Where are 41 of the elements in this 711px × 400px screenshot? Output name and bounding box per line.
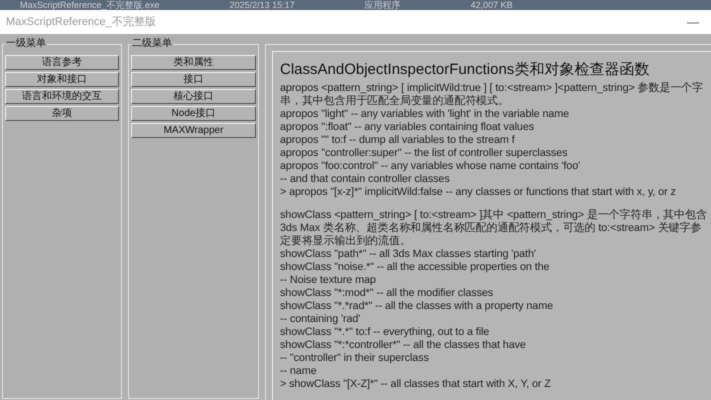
content-heading: ClassAndObjectInspectorFunctions类和对象检查器函数 <box>280 60 650 80</box>
menu-button[interactable]: 对象和接口 <box>5 72 119 87</box>
group-label: 二级菜单 <box>131 38 173 50</box>
menu-button[interactable]: MAXWrapper <box>131 123 256 138</box>
text-line: showClass <pattern_string> [ to:<stream> ]其中 <pattern_string> 是一个字符串，其中包含 <box>280 209 707 222</box>
text-line: apropos ":float" -- any variables containing float values <box>280 121 534 134</box>
menu-button[interactable]: Node接口 <box>131 106 256 121</box>
text-line: showClass "*:*controller*" -- all the classes that have <box>280 339 526 352</box>
text-line: -- containing 'rad' <box>280 313 360 326</box>
text-line: showClass "*.*rad*" -- all the classes with a property name <box>280 300 554 313</box>
file-row-text: MaxScriptReference_不完整版.exe <box>20 0 160 10</box>
file-row-text: 应用程序 <box>364 0 401 10</box>
text-line: 定要将显示输出到的流值。 <box>280 235 411 248</box>
text-line: 3ds Max 类名称、超类名称和属性名称匹配的通配符模式，可选的 to:<stream> 关键字参 <box>280 222 702 234</box>
text-line: apropos <pattern_string> [ implicitWild:true ] [ to:<stream> ]<pattern_string> 参数是一个字 <box>280 82 703 94</box>
file-row-text: 42,007 KB <box>470 0 513 10</box>
text-line: -- name <box>280 365 316 378</box>
menu-button[interactable]: 核心接口 <box>131 89 256 104</box>
window-title: MaxScriptReference_不完整版 <box>6 14 156 30</box>
text-line: showClass "noise.*" -- all the accessible properties on the <box>280 261 550 274</box>
menu-button[interactable]: 接口 <box>131 72 256 87</box>
text-line: showClass "*:mod*" -- all the modifier classes <box>280 287 494 300</box>
text-line: apropos "light" -- any variables with 'light' in the variable name <box>280 108 570 121</box>
menu-button[interactable]: 语言和环境的交互 <box>5 89 119 104</box>
text-line: > apropos "[x-z]*" implicitWild:false -- any classes or functions that start with x, y, or z <box>280 186 676 199</box>
text-line: -- "controller" in their superclass <box>280 352 429 365</box>
menu-button[interactable]: 类和属性 <box>131 55 256 70</box>
group-label: 一级菜单 <box>5 38 47 50</box>
text-line: showClass "path*" -- all 3ds Max classes starting 'path' <box>280 248 536 261</box>
text-line: -- and that contain controller classes <box>280 173 450 186</box>
text-line: showClass "*.*" to:f -- everything, out to a file <box>280 326 490 339</box>
text-line: apropos "" to:f -- dump all variables to the stream f <box>280 134 515 147</box>
text-line: apropos "controller:super" -- the list of controller superclasses <box>280 147 568 160</box>
menu-button[interactable]: 杂项 <box>5 106 119 121</box>
text-line: apropos "foo:control" -- any variables whose name contains 'foo' <box>280 160 580 173</box>
minimize-button[interactable]: — <box>681 13 705 31</box>
file-row-text: 2025/2/13 15:17 <box>230 0 295 10</box>
text-line: 串，其中包含用于匹配全局变量的通配符模式。 <box>280 95 509 108</box>
text-line: -- Noise texture map <box>280 274 376 287</box>
menu-button[interactable]: 语言参考 <box>5 55 119 70</box>
text-line: > showClass "[X-Z]*" -- all classes that start with X, Y, or Z <box>280 378 551 391</box>
